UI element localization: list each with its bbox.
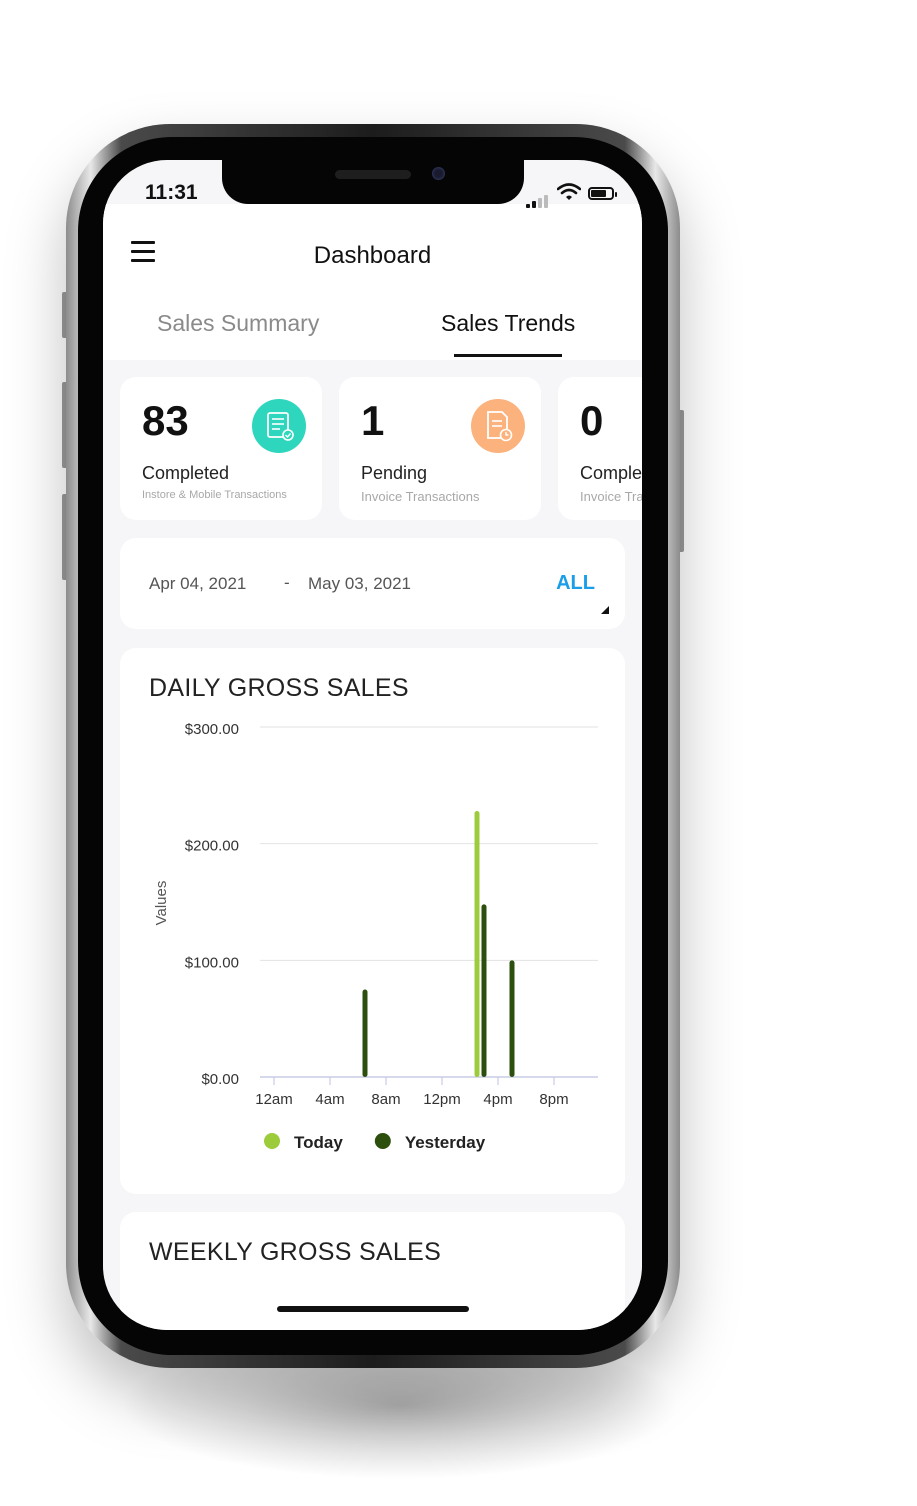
speaker-grille	[335, 170, 411, 179]
filter-dropdown[interactable]: ALL	[556, 572, 595, 595]
stat-value: 83	[142, 397, 189, 444]
bar	[481, 904, 487, 1077]
status-time: 11:31	[145, 181, 198, 204]
phone-screen: Dashboard Sales Summary Sales Trends 11:…	[103, 160, 642, 1330]
stat-label: Pending	[361, 463, 428, 483]
stat-sublabel: Invoice Transactions	[361, 489, 480, 504]
tab-sales-summary[interactable]: Sales Summary	[157, 310, 319, 337]
daily-sales-card: DAILY GROSS SALES $0.00 $100.00 $200.00 $30…	[120, 648, 625, 1194]
front-camera	[432, 167, 445, 180]
daily-gross-sales-chart: $0.00 $100.00 $200.00 $300.00 12am 4am 8am 12pm…	[153, 721, 598, 1152]
stat-label: Completed	[580, 463, 642, 483]
x-tick-label: 12pm	[423, 1091, 461, 1108]
tab-sales-trends[interactable]: Sales Trends	[441, 310, 575, 337]
date-from[interactable]: Apr 04, 2021	[149, 574, 246, 594]
legend-label: Today	[294, 1133, 343, 1152]
home-indicator[interactable]	[277, 1306, 469, 1312]
stat-sublabel: Instore & Mobile Transactions	[142, 489, 287, 501]
app-header: Dashboard Sales Summary Sales Trends	[103, 204, 642, 360]
wifi-icon	[557, 183, 581, 200]
legend-label: Yesterday	[405, 1133, 486, 1152]
stat-value: 0	[580, 397, 604, 444]
stat-label: Completed	[142, 463, 230, 483]
bar	[509, 960, 515, 1077]
x-tick-label: 12am	[255, 1091, 293, 1108]
stat-card-invoice-completed[interactable]: 0 Completed Invoice Transactions	[558, 377, 642, 520]
bar	[362, 989, 368, 1077]
x-tick-label: 8am	[371, 1091, 400, 1108]
x-tick-label: 8pm	[539, 1091, 568, 1108]
checklist-icon	[252, 399, 306, 453]
x-tick-label: 4am	[315, 1091, 344, 1108]
page-title: Dashboard	[313, 242, 432, 269]
battery-icon	[588, 187, 617, 200]
dropdown-caret-icon[interactable]	[601, 606, 609, 614]
y-tick-label: $200.00	[185, 838, 239, 855]
date-range-card: Apr 04, 2021 - May 03, 2021 ALL	[120, 538, 625, 629]
y-axis-label: Values	[153, 881, 170, 926]
weekly-sales-card: WEEKLY GROSS SALES	[120, 1212, 625, 1330]
stat-value: 1	[361, 397, 385, 444]
bar	[474, 811, 480, 1077]
x-tick-label: 4pm	[483, 1091, 512, 1108]
invoice-clock-icon	[471, 399, 525, 453]
date-separator: -	[284, 573, 290, 592]
y-tick-label: $300.00	[185, 721, 239, 738]
legend-marker	[264, 1133, 280, 1149]
y-tick-label: $0.00	[201, 1071, 239, 1088]
active-tab-indicator	[454, 354, 562, 357]
notch	[222, 160, 524, 204]
y-tick-label: $100.00	[185, 954, 239, 971]
signal-icon	[526, 190, 550, 208]
stat-card-pending[interactable]: 1 Pending Invoice Transactions	[339, 377, 541, 520]
date-to[interactable]: May 03, 2021	[308, 574, 411, 594]
stat-sublabel: Invoice Transactions	[580, 489, 642, 504]
legend-marker	[374, 1133, 391, 1149]
section-title: WEEKLY GROSS SALES	[149, 1238, 442, 1266]
stat-card-completed[interactable]: 83 Completed Instore & Mobile Transactio…	[120, 377, 322, 520]
